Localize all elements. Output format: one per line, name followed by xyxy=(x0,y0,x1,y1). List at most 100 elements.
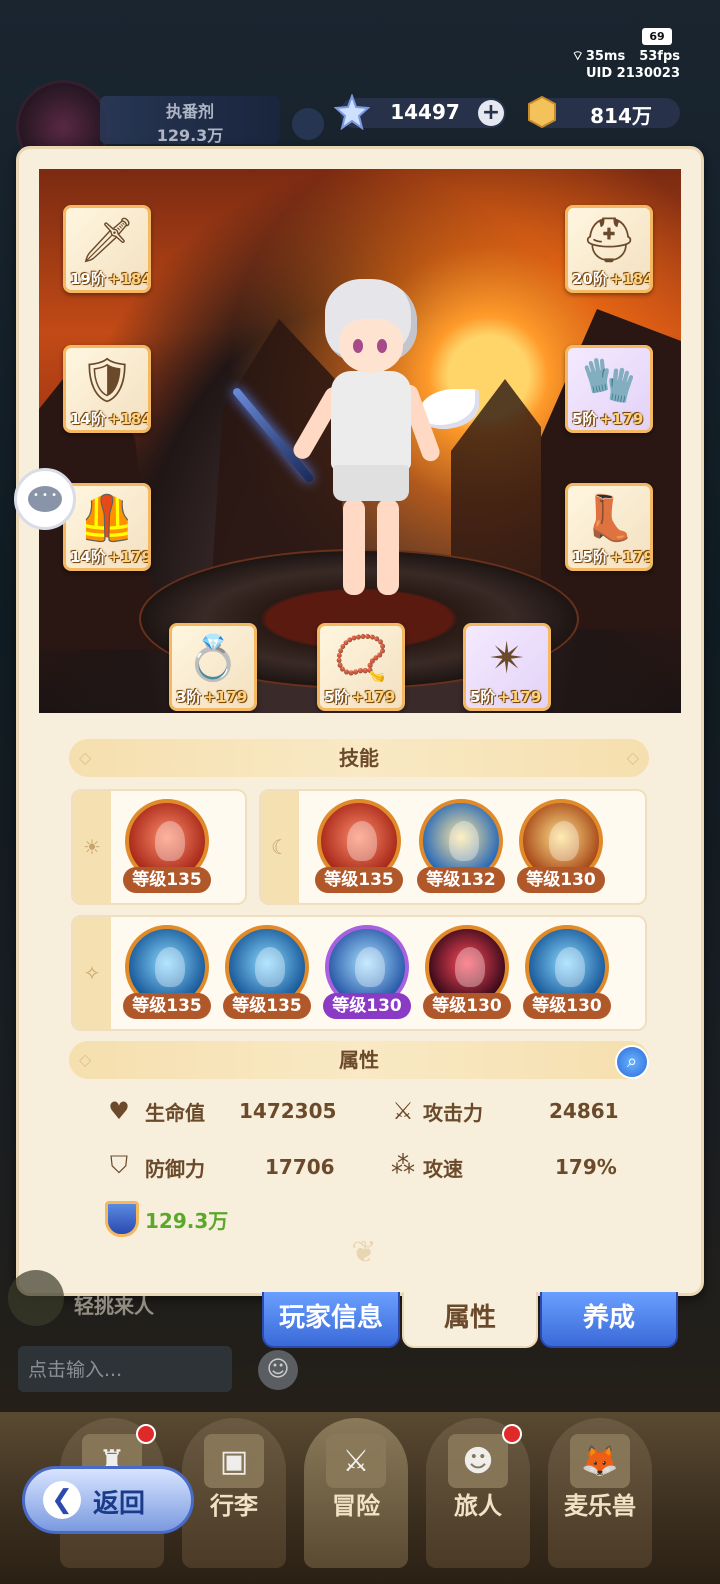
equip-slot-sword[interactable]: 🗡 19阶 +184 xyxy=(63,205,151,293)
nav-pets[interactable]: 🦊 麦乐兽 xyxy=(548,1418,652,1568)
skill-level: 等级130 xyxy=(323,993,411,1019)
skills-section-header: 技能 xyxy=(69,739,649,777)
chat-bubble-button[interactable] xyxy=(14,468,76,530)
equip-label: 14阶 +184 xyxy=(66,408,148,430)
equip-label: 3阶 +179 xyxy=(172,686,254,708)
tab-attributes[interactable]: 属性 xyxy=(402,1292,538,1348)
status-overlay: 69 ⌔ 35ms 53fps UID 2130023 xyxy=(560,26,680,86)
nav-adventure[interactable]: ⚔ 冒险 xyxy=(304,1418,408,1568)
equip-slot-amulet[interactable]: ✴ 5阶 +179 xyxy=(463,623,551,711)
skill-slot[interactable]: 等级130 xyxy=(523,925,611,1021)
equip-slot-ring[interactable]: 💍 3阶 +179 xyxy=(169,623,257,711)
add-currency-button[interactable]: + xyxy=(478,100,504,126)
gold-currency: 814万 xyxy=(528,95,680,129)
atk-label: 攻击力 xyxy=(423,1101,483,1125)
equip-tier: 3阶 xyxy=(176,688,202,706)
amulet-icon: ✴ xyxy=(488,632,526,684)
ring-icon: 💍 xyxy=(185,633,241,684)
skill-slot[interactable]: 等级135 xyxy=(123,925,211,1021)
nav-travelers[interactable]: ☻ 旅人 xyxy=(426,1418,530,1568)
star-currency: 14497 + xyxy=(334,94,506,130)
background-icon xyxy=(292,108,324,140)
equip-label: 5阶 +179 xyxy=(466,686,548,708)
power-badge-icon xyxy=(105,1201,139,1237)
spd-label: 攻速 xyxy=(423,1157,463,1181)
nav-travelers-label: 旅人 xyxy=(454,1492,502,1520)
def-label: 防御力 xyxy=(145,1157,205,1181)
uid-text: UID 2130023 xyxy=(585,66,680,81)
background-player-name: 执番剂 xyxy=(165,102,214,121)
heart-icon: ♥ xyxy=(108,1097,130,1125)
combat-power-value: 129.3万 xyxy=(145,1209,229,1233)
equip-slot-gauntlet[interactable]: 🧤 5阶 +179 xyxy=(565,345,653,433)
background-player-card: 执番剂 129.3万 xyxy=(100,96,280,145)
emoji-button[interactable]: ☺ xyxy=(258,1350,298,1390)
equip-enhance: +179 xyxy=(203,688,248,706)
pet-icon: 🦊 xyxy=(570,1434,630,1488)
traveler-icon: ☻ xyxy=(448,1434,508,1488)
left-leg xyxy=(343,499,365,595)
hp-value: 1472305 xyxy=(239,1099,337,1123)
right-leg xyxy=(377,499,399,595)
skill-level: 等级130 xyxy=(517,867,605,893)
star-currency-value: 14497 xyxy=(390,100,460,124)
skill-slot[interactable]: 等级130 xyxy=(423,925,511,1021)
back-button[interactable]: ❮ 返回 xyxy=(22,1466,194,1534)
nav-luggage[interactable]: ▣ 行李 xyxy=(182,1418,286,1568)
equip-slot-armor[interactable]: 🛡 14阶 +184 xyxy=(63,345,151,433)
skill-slot[interactable]: 等级135 xyxy=(315,799,403,895)
equip-enhance: +179 xyxy=(107,548,151,566)
equip-label: 5阶 +179 xyxy=(320,686,402,708)
equip-slot-helmet[interactable]: ⛑ 20阶 +184 xyxy=(565,205,653,293)
skill-slot[interactable]: 等级135 xyxy=(223,925,311,1021)
equip-slot-pants[interactable]: 🦺 14阶 +179 xyxy=(63,483,151,571)
chat-avatar xyxy=(8,1270,64,1326)
character-panel: 🗡 19阶 +184 ⛑ 20阶 +184 🛡 14阶 +184 🧤 5阶 +179 🦺… xyxy=(16,146,704,1296)
spd-value: 179% xyxy=(555,1155,617,1179)
notification-dot xyxy=(136,1424,156,1444)
skill-level: 等级135 xyxy=(123,993,211,1019)
crossed-swords-icon: ⚔ xyxy=(392,1097,414,1125)
equip-tier: 14阶 xyxy=(70,548,106,566)
star-crystal-icon xyxy=(332,92,372,132)
hp-label: 生命值 xyxy=(145,1101,205,1125)
skill-level: 等级135 xyxy=(123,867,211,893)
moon-icon: ☾ xyxy=(261,791,299,903)
nav-pets-label: 麦乐兽 xyxy=(564,1492,636,1520)
wifi-icon: ⌔ xyxy=(571,49,584,64)
armor-icon: 🛡 xyxy=(79,355,135,406)
equip-enhance: +179 xyxy=(609,548,653,566)
equip-slot-necklace[interactable]: 📿 5阶 +179 xyxy=(317,623,405,711)
skill-slot[interactable]: 等级130 xyxy=(517,799,605,895)
speed-icon: ⁂ xyxy=(391,1151,415,1179)
equip-enhance: +184 xyxy=(107,410,151,428)
equip-slot-boots[interactable]: 👢 15阶 +179 xyxy=(565,483,653,571)
skill-slot[interactable]: 等级135 xyxy=(123,799,211,895)
luggage-icon: ▣ xyxy=(204,1434,264,1488)
skill-slot[interactable]: 等级132 xyxy=(417,799,505,895)
necklace-icon: 📿 xyxy=(333,633,389,684)
right-eye xyxy=(377,339,387,353)
def-value: 17706 xyxy=(265,1155,335,1179)
equip-label: 14阶 +179 xyxy=(66,546,148,568)
crossed-swords-icon: ⚔ xyxy=(326,1434,386,1488)
pants-icon: 🦺 xyxy=(79,493,135,544)
gold-coin-icon xyxy=(522,92,562,132)
back-button-label: 返回 xyxy=(93,1489,146,1519)
tab-develop[interactable]: 养成 xyxy=(540,1292,678,1348)
attribute-search-button[interactable]: ⌕ xyxy=(615,1045,649,1079)
helmet-icon: ⛑ xyxy=(581,215,637,266)
star-icon: ✧ xyxy=(73,917,111,1029)
fps-text: 53fps xyxy=(639,49,680,64)
skill-slot[interactable]: 等级130 xyxy=(323,925,411,1021)
equip-tier: 19阶 xyxy=(70,270,106,288)
gauntlet-icon: 🧤 xyxy=(581,355,637,406)
equip-enhance: +179 xyxy=(599,410,644,428)
tab-player-info[interactable]: 玩家信息 xyxy=(262,1292,400,1348)
chat-input[interactable]: 点击输入... xyxy=(18,1346,232,1392)
battery-indicator: 69 xyxy=(642,28,672,45)
character-model[interactable] xyxy=(231,279,479,619)
skill-level: 等级135 xyxy=(223,993,311,1019)
skill-level: 等级132 xyxy=(417,867,505,893)
nav-luggage-label: 行李 xyxy=(210,1492,258,1520)
